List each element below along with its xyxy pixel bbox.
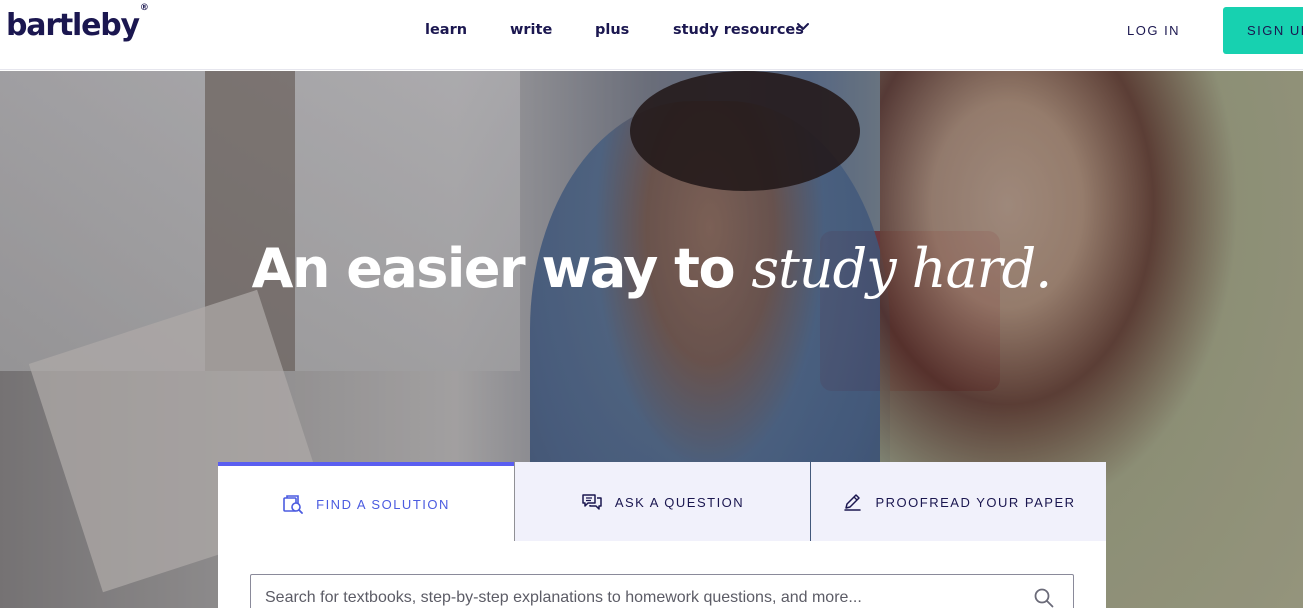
login-link[interactable]: LOG IN <box>1127 23 1180 38</box>
find-solution-icon <box>283 495 304 514</box>
nav-learn[interactable]: learn <box>425 22 467 38</box>
nav-write[interactable]: write <box>510 22 552 38</box>
bartleby-logo[interactable]: bartleby® <box>6 3 149 43</box>
search-card <box>218 541 1106 608</box>
hero-headline: An easier way to study hard. <box>0 237 1303 300</box>
site-header: bartleby® learn write plus study resourc… <box>0 0 1303 70</box>
pencil-icon <box>843 494 861 511</box>
tab-label: PROOFREAD YOUR PAPER <box>875 494 1076 510</box>
tab-find-a-solution[interactable]: FIND A SOLUTION <box>218 462 514 542</box>
signup-button[interactable]: SIGN UP <box>1223 7 1303 54</box>
search-box <box>250 574 1074 608</box>
chat-bubbles-icon <box>582 494 602 510</box>
registered-mark: ® <box>139 3 149 13</box>
tab-label: FIND A SOLUTION <box>316 496 450 512</box>
logo-text: bartleby <box>6 8 140 43</box>
tool-tabs: FIND A SOLUTION ASK A QUESTION PROOFREAD… <box>218 462 1106 542</box>
headline-italic-text: study hard. <box>751 237 1052 300</box>
nav-plus[interactable]: plus <box>595 22 629 38</box>
chevron-down-icon[interactable] <box>795 19 811 35</box>
headline-plain-text: An easier way to <box>251 237 736 300</box>
tab-ask-a-question[interactable]: ASK A QUESTION <box>515 462 810 542</box>
tab-proofread-your-paper[interactable]: PROOFREAD YOUR PAPER <box>811 462 1106 542</box>
search-input[interactable] <box>265 587 1025 608</box>
nav-study-resources[interactable]: study resources <box>673 22 804 38</box>
tab-label: ASK A QUESTION <box>614 494 745 510</box>
search-icon[interactable] <box>1033 587 1055 608</box>
